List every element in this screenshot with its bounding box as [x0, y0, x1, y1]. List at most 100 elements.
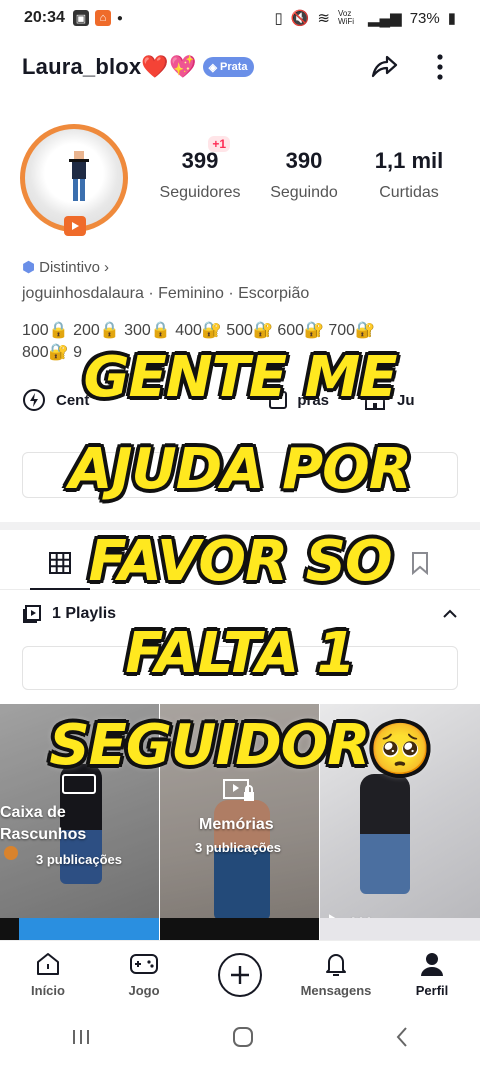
video-tile-5[interactable] [160, 918, 319, 942]
nav-messages[interactable]: Mensagens [288, 941, 384, 1008]
memories-title: Memórias [199, 816, 274, 833]
section-divider [0, 522, 480, 530]
likes-count: 1,1 mil [374, 148, 444, 173]
video-tile-4[interactable] [0, 918, 159, 942]
followers-label: Seguidores [159, 184, 241, 201]
purchases-link[interactable]: pras [269, 391, 329, 409]
more-vertical-icon [437, 54, 443, 80]
status-bar: 20:34 ▣ ⌂ ● ▯ 🔇 ≋ Voz WiFi ▂▄▆ 73% ▮ [0, 0, 480, 36]
gallery-icon: ▣ [72, 10, 89, 26]
new-followers-badge: +1 [208, 136, 230, 152]
profile-levels: 100🔒 200🔒 300🔒 400🔐 500🔐 600🔐 700🔐 800🔐 … [22, 320, 442, 364]
lightning-icon [23, 389, 45, 411]
followers-count: 399 [181, 148, 219, 173]
video-tile-6[interactable] [320, 918, 480, 942]
grid-icon [49, 551, 71, 574]
rank-badge[interactable]: ◈ Prata [202, 57, 254, 77]
signal-icon: ▂▄▆ [368, 10, 402, 27]
wifi-icon: ≋ [317, 10, 330, 27]
battery-level: 73% [409, 9, 440, 27]
drafts-overlay [0, 704, 159, 940]
nav-game-label: Jogo [128, 983, 160, 998]
video-grid-row-2 [0, 918, 480, 942]
recent-apps-icon[interactable] [70, 1027, 92, 1047]
third-link-label: Ju [397, 391, 415, 409]
notification-dot-icon: ● [116, 12, 123, 24]
battery-icon: ▮ [447, 10, 456, 27]
nav-home[interactable]: Início [0, 941, 96, 1008]
nav-profile[interactable]: Perfil [384, 941, 480, 1008]
following-stat[interactable]: 390 Seguindo [254, 148, 354, 202]
tab-saved[interactable] [360, 536, 480, 589]
status-time: 20:34 [24, 9, 65, 26]
tab-videos[interactable] [0, 536, 120, 590]
likes-stat[interactable]: 1,1 mil Curtidas [354, 148, 464, 202]
plus-icon [218, 952, 262, 997]
following-count: 390 [285, 148, 323, 173]
likes-label: Curtidas [379, 184, 439, 201]
bell-icon [326, 954, 346, 976]
back-icon[interactable] [394, 1026, 410, 1048]
playlist-header[interactable]: 1 Playlis [22, 604, 458, 624]
dome-icon [365, 391, 386, 410]
levels-line-1: 100🔒 200🔒 300🔒 400🔐 500🔐 600🔐 700🔐 [22, 322, 375, 339]
memories-count: 3 publicações [195, 840, 281, 855]
mute-icon: 🔇 [290, 10, 310, 27]
avatar-character-figure [69, 151, 89, 201]
third-link[interactable]: Ju [363, 389, 415, 411]
profile-links-row: Cent pras Ju [22, 388, 480, 412]
video-grid: Caixa de Rascunhos 3 publicações Memória… [0, 704, 480, 940]
distintivo-link[interactable]: ⬢ Distintivo › [22, 258, 109, 277]
nav-home-label: Início [31, 983, 65, 998]
memories-tile[interactable]: Memórias 3 publicações [160, 704, 319, 940]
rank-badge-label: Prata [220, 61, 248, 73]
video-thumbnail-figure [360, 774, 410, 894]
network-label: Voz WiFi [338, 9, 354, 26]
distintivo-icon: ⬢ [22, 259, 36, 276]
nav-messages-label: Mensagens [300, 983, 372, 998]
playlist-label: 1 Playlis [52, 605, 117, 622]
video-tile[interactable]: 444 [320, 704, 480, 940]
drafts-count: 3 publicações [36, 852, 122, 867]
drafts-title-line-2: Rascunhos [0, 826, 87, 843]
nav-profile-label: Perfil [415, 983, 449, 998]
gamepad-icon [130, 954, 158, 974]
notification-app-icon: ⌂ [94, 10, 111, 26]
more-options-button[interactable] [422, 49, 458, 85]
bag-icon [269, 391, 288, 409]
avatar[interactable] [20, 124, 128, 236]
content-tabs [0, 536, 480, 590]
playlist-item[interactable] [22, 646, 458, 690]
person-icon [421, 953, 443, 976]
nav-create[interactable] [192, 941, 288, 1008]
play-badge-icon [64, 216, 86, 236]
tab-private[interactable] [240, 536, 360, 589]
profile-action-button[interactable] [22, 452, 458, 498]
share-arrow-icon [371, 55, 398, 78]
bottom-navigation: Início Jogo Mensagens Perfil [0, 940, 480, 1008]
drafts-tile[interactable]: Caixa de Rascunhos 3 publicações [0, 704, 159, 940]
nav-game[interactable]: Jogo [96, 941, 192, 1008]
drafts-title-line-1: Caixa de [0, 804, 66, 821]
center-link[interactable]: Cent [22, 388, 89, 412]
tab-reposts[interactable] [120, 536, 240, 589]
memories-lock-icon [223, 779, 254, 801]
system-navigation [0, 1008, 480, 1066]
username: Laura_blox❤️💖 [22, 54, 197, 79]
profile-stats: 399 +1 Seguidores 390 Seguindo 1,1 mil C… [146, 136, 464, 202]
bookmark-icon [412, 551, 428, 575]
gem-icon: ◈ [208, 61, 218, 74]
home-icon [37, 953, 59, 975]
drafts-avatar-dot [4, 846, 18, 860]
playlist-icon [23, 605, 41, 623]
following-label: Seguindo [270, 184, 338, 201]
center-link-label: Cent [56, 391, 90, 409]
battery-saver-icon: ▯ [274, 10, 283, 27]
drafts-folder-icon [62, 774, 96, 794]
home-button-icon[interactable] [232, 1026, 254, 1048]
share-button[interactable] [366, 49, 402, 85]
purchases-link-label: pras [297, 391, 330, 409]
followers-stat[interactable]: 399 +1 Seguidores [146, 136, 254, 202]
profile-header: Laura_blox❤️💖 ◈ Prata [0, 44, 480, 90]
chevron-up-icon [443, 609, 457, 618]
